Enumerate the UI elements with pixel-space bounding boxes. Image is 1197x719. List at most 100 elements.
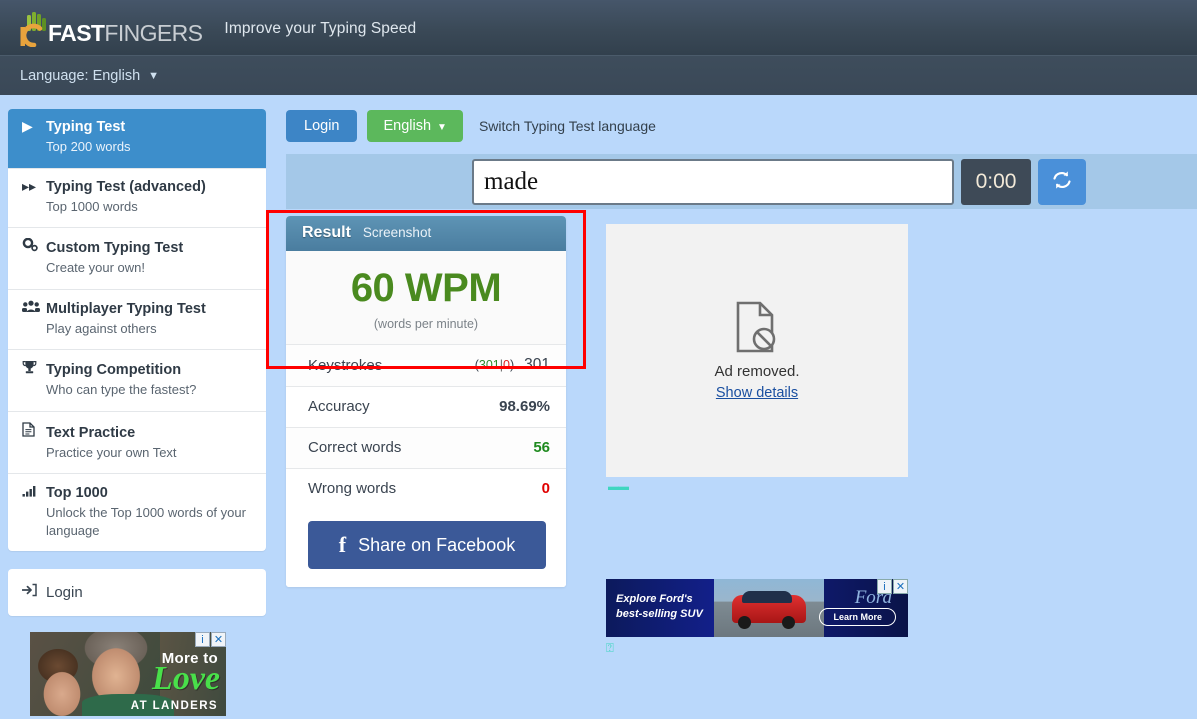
switch-language-note: Switch Typing Test language	[478, 118, 656, 134]
keystrokes-correct: 301	[478, 358, 500, 372]
refresh-icon	[1051, 170, 1073, 193]
sidebar-item-title: Text Practice	[46, 424, 136, 441]
tagline: Improve your Typing Speed	[224, 19, 417, 37]
sidebar-item-title: Typing Test (advanced)	[46, 178, 206, 195]
banner-car-image	[714, 579, 824, 637]
result-zone: Result Screenshot 60 WPM (words per minu…	[266, 209, 1197, 656]
content-toolbar: Login English ▼ Switch Typing Test langua…	[286, 101, 1197, 142]
chevron-down-icon: ▼	[148, 69, 160, 82]
stat-value: 0	[541, 480, 550, 497]
stat-row-wrong-words: Wrong words 0	[286, 468, 566, 509]
sidebar-item-subtitle: Create your own!	[46, 260, 145, 276]
keystrokes-wrong: 0	[503, 358, 510, 372]
sidebar-item-title: Multiplayer Typing Test	[46, 300, 206, 317]
sidebar-item-title: Typing Test	[46, 119, 126, 135]
banner-close-icon[interactable]: ✕	[893, 579, 908, 594]
play-icon: ▶	[22, 118, 33, 134]
logo-fast: FAST	[48, 19, 105, 46]
stat-row-keystrokes: Keystrokes (301|0) 301	[286, 344, 566, 386]
result-card: Result Screenshot 60 WPM (words per minu…	[286, 216, 566, 587]
banner-line-1: Explore Ford's	[616, 593, 693, 605]
sidebar-item-typing-test-advanced[interactable]: ▸▸ Typing Test (advanced) Top 1000 words	[8, 169, 266, 229]
ad-close-icon[interactable]: ✕	[211, 632, 226, 648]
sidebar-item-subtitle: Top 200 words	[46, 139, 131, 154]
refresh-button[interactable]	[1038, 158, 1086, 205]
typing-input[interactable]	[472, 158, 954, 205]
trophy-icon	[22, 360, 46, 376]
ad-info-icon[interactable]: i	[195, 632, 210, 648]
banner-badges: i ✕	[876, 579, 908, 594]
sidebar-item-multiplayer-typing-test[interactable]: Multiplayer Typing Test Play against oth…	[8, 290, 266, 351]
language-label: Language: English	[20, 67, 141, 84]
banner-artifact-glyph: ⍰	[606, 640, 614, 655]
learn-more-button[interactable]: Learn More	[819, 608, 896, 626]
bar-chart-icon	[22, 484, 46, 499]
forward-icon: ▸▸	[22, 177, 37, 194]
document-blocked-icon	[736, 301, 778, 353]
stat-value: 98.69%	[499, 398, 550, 415]
car-wheel-rear	[782, 616, 795, 629]
car-wheel-front	[738, 616, 751, 629]
banner-info-icon[interactable]: i	[877, 579, 892, 594]
sidebar-ad-banner[interactable]: More to Love AT LANDERS i ✕	[30, 632, 226, 717]
ad-placeholder: Ad removed. Show details	[606, 224, 908, 477]
sidebar-item-subtitle: Play against others	[46, 320, 157, 336]
language-bar[interactable]: Language: English ▼	[0, 55, 1197, 95]
app-header: FASTFINGERS Improve your Typing Speed	[0, 0, 1197, 55]
sidebar-item-title: Custom Typing Test	[46, 240, 184, 257]
sidebar-item-custom-typing-test[interactable]: Custom Typing Test Create your own!	[8, 228, 266, 290]
ad-removed-text: Ad removed.	[714, 362, 800, 380]
sidebar-item-subtitle: Who can type the fastest?	[46, 382, 197, 398]
sidebar-item-title: Top 1000	[46, 485, 108, 502]
stat-label: Wrong words	[308, 480, 397, 497]
stat-value: 56	[533, 439, 550, 456]
stat-label: Accuracy	[308, 398, 370, 415]
ad-artifact-glyph: ▬▬	[608, 481, 629, 493]
page-body: ▶ Typing Test Top 200 words ▸▸ Typing Te…	[0, 101, 1197, 719]
banner-headline: Explore Ford's best-selling SUV	[616, 592, 703, 622]
language-dropdown-button[interactable]: English ▼	[367, 110, 463, 142]
stat-row-correct-words: Correct words 56	[286, 427, 566, 468]
gears-icon	[22, 237, 46, 254]
result-title: Result	[302, 224, 351, 241]
sidebar-item-top-1000[interactable]: Top 1000 Unlock the Top 1000 words of yo…	[8, 474, 266, 551]
language-dropdown-label: English	[383, 118, 432, 134]
facebook-f-icon: f	[338, 532, 347, 557]
sidebar-item-typing-competition[interactable]: Typing Competition Who can type the fast…	[8, 350, 266, 412]
ford-banner-ad[interactable]: Explore Ford's best-selling SUV Ford Lea…	[606, 579, 908, 637]
share-on-facebook-button[interactable]: f Share on Facebook	[308, 521, 546, 569]
stat-label: Keystrokes	[308, 356, 383, 374]
logo-wordmark: FASTFINGERS	[48, 19, 203, 46]
result-column: Result Screenshot 60 WPM (words per minu…	[266, 210, 586, 656]
login-button[interactable]: Login	[286, 110, 358, 142]
ad-badges: i ✕	[194, 632, 226, 648]
sidebar-item-subtitle: Practice your own Text	[46, 444, 177, 460]
timer-display: 0:00	[961, 158, 1031, 205]
keystrokes-breakdown: (301|0)	[474, 358, 515, 372]
ad-headline-line3: AT LANDERS	[130, 700, 218, 713]
sidebar-item-title: Typing Competition	[46, 362, 182, 379]
sidebar-login-button[interactable]: Login	[8, 569, 266, 617]
show-details-link[interactable]: Show details	[716, 385, 798, 401]
logo[interactable]: FASTFINGERS	[20, 9, 203, 47]
share-button-label: Share on Facebook	[358, 534, 516, 555]
result-screenshot-label[interactable]: Screenshot	[363, 225, 431, 240]
wpm-value: 60 WPM	[350, 266, 502, 310]
car-window	[742, 591, 792, 603]
typing-input-bar: 0:00	[286, 154, 1197, 209]
sidebar-nav: ▶ Typing Test Top 200 words ▸▸ Typing Te…	[8, 109, 266, 552]
wpm-caption: (words per minute)	[373, 317, 479, 331]
sidebar-item-subtitle: Unlock the Top 1000 words of your langua…	[46, 505, 246, 538]
sidebar-item-typing-test[interactable]: ▶ Typing Test Top 200 words	[8, 109, 266, 169]
stat-row-accuracy: Accuracy 98.69%	[286, 386, 566, 427]
main-content: Login English ▼ Switch Typing Test langua…	[266, 101, 1197, 719]
sidebar: ▶ Typing Test Top 200 words ▸▸ Typing Te…	[8, 101, 266, 719]
stat-value: 301	[524, 356, 550, 373]
sidebar-item-text-practice[interactable]: Text Practice Practice your own Text	[8, 412, 266, 475]
sidebar-item-subtitle: Top 1000 words	[46, 198, 138, 214]
caret-down-icon: ▼	[437, 122, 447, 133]
result-card-header: Result Screenshot	[286, 216, 566, 251]
ad-headline-line2: Love	[152, 660, 220, 698]
document-icon	[22, 422, 46, 439]
logo-fingers: FINGERS	[104, 19, 203, 46]
